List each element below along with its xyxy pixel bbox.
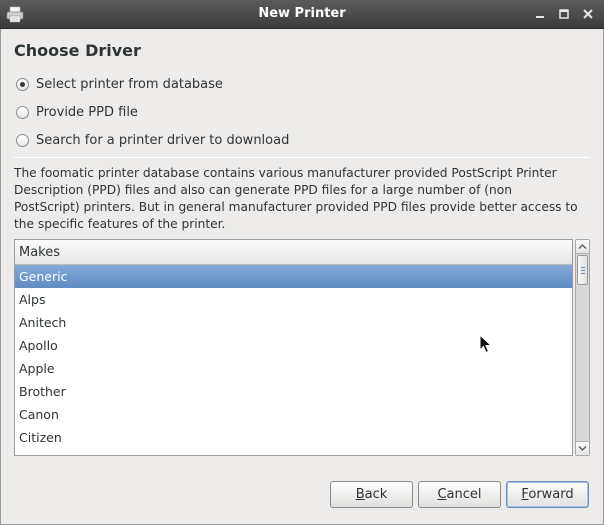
cancel-button-label: ancel: [446, 487, 482, 502]
maximize-icon[interactable]: [557, 7, 571, 21]
radio-button[interactable]: [16, 77, 29, 91]
makes-column-header[interactable]: Makes: [15, 240, 572, 265]
minimize-icon[interactable]: [533, 7, 547, 21]
makes-scrollbar[interactable]: [575, 239, 590, 456]
list-item-citizen[interactable]: Citizen: [15, 426, 572, 449]
back-button-label: ack: [364, 487, 388, 502]
window-title: New Printer: [258, 6, 346, 21]
separator: [14, 157, 590, 158]
list-item-canon[interactable]: Canon: [15, 403, 572, 426]
option-select-from-database[interactable]: Select printer from database: [16, 75, 223, 93]
forward-button[interactable]: Forward: [506, 481, 589, 508]
list-item-apple[interactable]: Apple: [15, 357, 572, 380]
close-icon[interactable]: [581, 7, 595, 21]
radio-button[interactable]: [16, 105, 29, 119]
option-search-driver-download[interactable]: Search for a printer driver to download: [16, 131, 289, 149]
option-provide-ppd-file[interactable]: Provide PPD file: [16, 103, 138, 121]
mouse-pointer-icon: [479, 333, 493, 358]
list-item-alps[interactable]: Alps: [15, 288, 572, 311]
scroll-down-arrow-icon[interactable]: [576, 441, 589, 455]
option-label: Search for a printer driver to download: [36, 132, 290, 148]
description-text: The foomatic printer database contains v…: [14, 166, 578, 231]
scroll-up-arrow-icon[interactable]: [576, 240, 589, 254]
list-item-generic[interactable]: Generic: [15, 265, 572, 288]
forward-button-label: orward: [528, 487, 574, 502]
radio-button[interactable]: [16, 133, 29, 147]
back-button-mnemonic: B: [355, 487, 365, 502]
page-title: Choose Driver: [14, 41, 141, 60]
list-item-brother[interactable]: Brother: [15, 380, 572, 403]
option-label: Select printer from database: [36, 76, 223, 92]
list-item-anitech[interactable]: Anitech: [15, 311, 572, 334]
cancel-button[interactable]: Cancel: [418, 481, 501, 508]
title-bar: New Printer: [0, 0, 604, 29]
cancel-button-mnemonic: C: [437, 487, 447, 502]
scroll-thumb[interactable]: [577, 255, 588, 285]
option-label: Provide PPD file: [36, 104, 138, 120]
back-button[interactable]: Back: [330, 481, 413, 508]
